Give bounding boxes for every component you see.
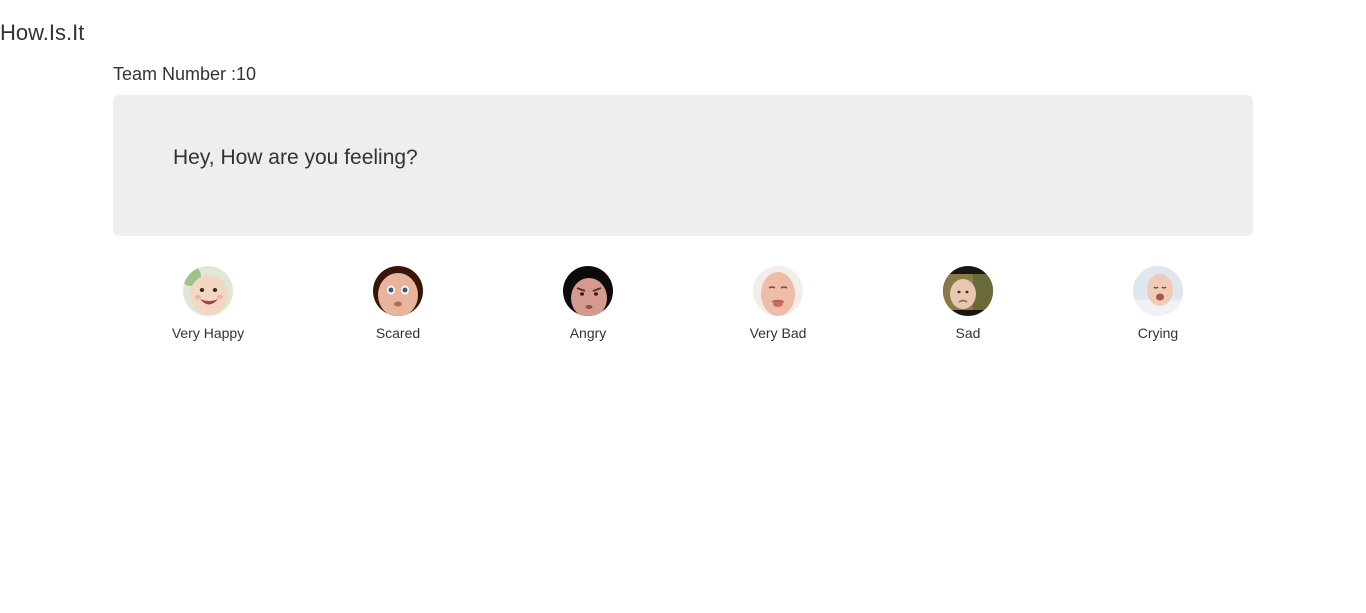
angry-baby-icon[interactable] (563, 266, 613, 316)
scared-baby-icon[interactable] (373, 266, 423, 316)
mood-option-scared[interactable]: Scared (303, 266, 493, 341)
mood-label: Very Bad (749, 325, 807, 341)
team-number-label: Team Number :10 (113, 64, 257, 84)
mood-label: Sad (955, 325, 981, 341)
main-container: Team Number :10 Hey, How are you feeling… (113, 62, 1253, 341)
mood-label: Crying (1137, 325, 1179, 341)
app-brand[interactable]: How.Is.It (0, 18, 84, 48)
mood-option-angry[interactable]: Angry (493, 266, 683, 341)
mood-label: Scared (375, 325, 421, 341)
very-happy-baby-icon[interactable] (183, 266, 233, 316)
very-bad-baby-icon[interactable] (753, 266, 803, 316)
mood-options: Very Happy Scared Angry Very Bad Sad Cry… (113, 266, 1253, 341)
mood-option-very-bad[interactable]: Very Bad (683, 266, 873, 341)
mood-option-crying[interactable]: Crying (1063, 266, 1253, 341)
mood-label: Very Happy (171, 325, 245, 341)
sad-baby-icon[interactable] (943, 266, 993, 316)
mood-label: Angry (569, 325, 607, 341)
question-panel: Hey, How are you feeling? (113, 95, 1253, 236)
mood-option-very-happy[interactable]: Very Happy (113, 266, 303, 341)
question-text: Hey, How are you feeling? (173, 146, 418, 169)
mood-option-sad[interactable]: Sad (873, 266, 1063, 341)
crying-baby-icon[interactable] (1133, 266, 1183, 316)
